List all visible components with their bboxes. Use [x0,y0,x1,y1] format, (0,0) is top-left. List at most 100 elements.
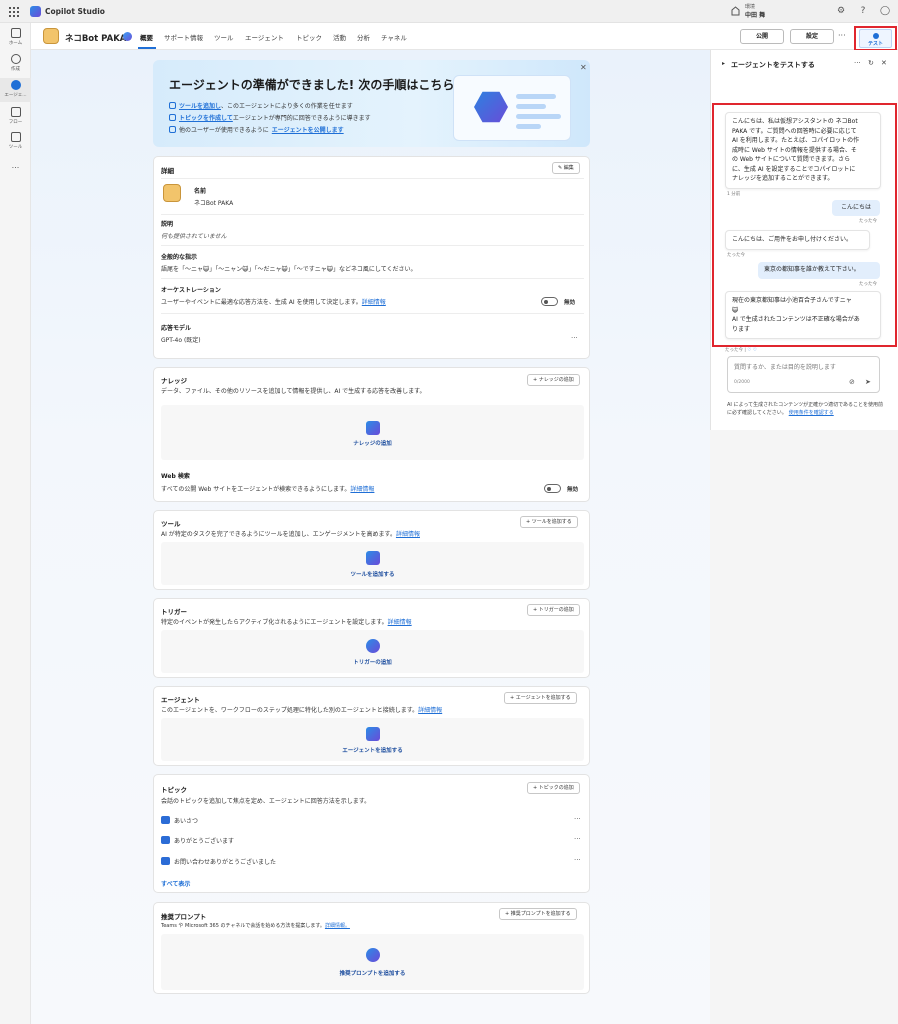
agents-text: このエージェントを、ワークフローのステップ処理に特化した別のエージェントと接続し… [161,707,419,714]
agent-header: ネコBot PAKA 概要 サポート情報 ツール エージェント トピック 活動 … [31,23,898,51]
orchestration-learn-more-link[interactable]: 詳細情報 [362,299,386,306]
triggers-learn-more-link[interactable]: 詳細情報 [388,619,412,626]
web-search-learn-more-link[interactable]: 詳細情報 [350,486,374,493]
flow-icon [10,107,21,117]
chat-input-placeholder: 質問するか、または目的を説明します [734,364,836,371]
add-tools-link[interactable]: ツールを追加し [179,103,221,110]
home-icon [10,28,21,38]
topic-more-button[interactable]: ··· [574,815,581,823]
rail-item-agents[interactable]: エージェ... [0,78,31,102]
app-title[interactable]: Copilot Studio [45,7,105,16]
topic-item[interactable]: あいさつ [174,816,198,825]
model-more-button[interactable]: ··· [571,334,578,342]
settings-gear-icon[interactable]: ⚙ [835,5,847,17]
add-agent-button[interactable]: + エージェントを追加する [504,692,577,704]
knowledge-description: データ、ファイル、その他のリソースを追加して情報を提供し、AI で生成する応答を… [161,388,426,395]
message-timestamp: たった今 [859,282,877,287]
orchestration-state: 無効 [564,300,576,306]
test-button[interactable]: テスト [859,29,892,48]
app-launcher-icon[interactable] [9,7,19,17]
tab-channels[interactable]: チャネル [381,32,407,42]
character-count: 0/2000 [734,380,750,385]
test-button-highlight: テスト [854,26,897,51]
add-prompt-dropzone[interactable]: 推奨プロンプトを追加する [161,934,584,990]
add-agent-dropzone[interactable]: エージェントを追加する [161,718,584,761]
create-topic-link[interactable]: トピックを作成して [179,115,233,122]
tab-knowledge[interactable]: サポート情報 [164,32,203,42]
show-all-topics-link[interactable]: すべて表示 [161,879,190,888]
add-tool-dropzone[interactable]: ツールを追加する [161,542,584,585]
rail-item-flows[interactable]: フロー [0,107,31,125]
topic-more-button[interactable]: ··· [574,856,581,864]
tab-overview[interactable]: 概要 [140,32,153,42]
add-prompt-button[interactable]: + 推奨プロンプトを追加する [499,908,577,920]
environment-label: 環境 [745,4,756,10]
environment-icon[interactable] [731,6,740,16]
test-agent-panel: ▸ エージェントをテストする ··· ↻ ✕ こんにちは、私は仮想アシスタントの… [710,50,898,430]
rail-item-home[interactable]: ホーム [0,28,31,46]
attach-icon[interactable]: ⊘ [849,378,855,386]
account-icon[interactable]: ◯ [879,5,891,17]
thumbs-down-icon[interactable]: ♡ [753,348,757,353]
environment-name[interactable]: 中田 舞 [745,10,765,19]
edit-button[interactable]: ✎ 編集 [552,162,580,174]
prompts-learn-more-link[interactable]: 詳細情報。 [325,923,350,929]
instructions-label: 全般的な指示 [161,254,198,261]
terms-link[interactable]: 使用条件を確認する [789,410,834,416]
plus-icon [10,54,21,64]
illustration-bar [516,114,561,119]
agents-card: エージェント + エージェントを追加する このエージェントを、ワークフローのステ… [153,686,590,766]
message-line: ります [732,325,751,333]
banner-step-publish: 他のユーザーが使用できるように エージェントを公開します [169,125,344,134]
overview-main[interactable]: エージェントの準備ができました! 次の手順はこちら: ツールを追加し、このエージ… [31,50,710,1024]
banner-step-tools: ツールを追加し、このエージェントにより多くの作業を任せます [169,101,353,110]
banner-text: 、このエージェントにより多くの作業を任せます [221,103,353,110]
add-topic-button[interactable]: + トピックの追加 [527,782,580,794]
chat-input[interactable]: 質問するか、または目的を説明します 0/2000 ⊘ ➤ [727,356,880,393]
chat-bubble-icon [161,857,170,865]
details-card: 詳細 ✎ 編集 名前 ネコBot PAKA 説明 何も提供されていません 全般的… [153,156,590,359]
rail-item-tools[interactable]: ツール [0,132,31,150]
add-tool-button[interactable]: + ツールを追加する [520,516,578,528]
tab-tools[interactable]: ツール [214,32,234,42]
add-trigger-dropzone[interactable]: トリガーの追加 [161,630,584,673]
send-icon[interactable]: ➤ [865,378,871,386]
thumbs-up-icon[interactable]: ♡ [747,348,751,353]
close-icon[interactable]: ✕ [580,63,587,72]
tools-learn-more-link[interactable]: 詳細情報 [396,531,420,538]
active-tab-indicator [138,47,156,49]
more-options-button[interactable]: ··· [838,31,846,40]
add-agent-label: エージェントを追加する [515,695,571,701]
settings-button[interactable]: 設定 [790,29,834,44]
agent-icon [365,727,380,741]
tab-agents[interactable]: エージェント [245,32,284,42]
name-label: 名前 [194,188,207,195]
close-icon[interactable]: ✕ [881,59,887,67]
tab-topics[interactable]: トピック [296,32,322,42]
more-options-icon[interactable]: ··· [854,59,861,67]
add-trigger-button[interactable]: + トリガーの追加 [527,604,580,616]
rail-more-icon[interactable]: ... [0,161,31,170]
collapse-caret-icon[interactable]: ▸ [722,60,725,67]
topic-item[interactable]: お問い合わせありがとうございました [174,857,276,866]
agents-learn-more-link[interactable]: 詳細情報 [418,707,442,714]
tab-activity[interactable]: 活動 [333,32,346,42]
tab-analytics[interactable]: 分析 [357,32,370,42]
topic-item[interactable]: ありがとうございます [174,836,234,845]
add-topic-label: トピックの追加 [538,785,574,791]
refresh-icon[interactable]: ↻ [868,59,874,67]
help-icon[interactable]: ? [857,5,869,17]
message-line: 成時に Web サイトの情報を提供する場合、そ [732,146,857,154]
orchestration-toggle[interactable] [541,297,558,306]
add-knowledge-dropzone[interactable]: ナレッジの追加 [161,405,584,460]
add-trigger-label: トリガーの追加 [538,607,574,613]
rail-item-create[interactable]: 作成 [0,54,31,72]
publish-agent-link[interactable]: エージェントを公開します [272,127,344,134]
add-knowledge-button[interactable]: + ナレッジの追加 [527,374,580,386]
publish-icon [169,126,176,133]
orchestration-description: ユーザーやイベントに最適な応答方法を、生成 AI を使用して決定します。詳細情報 [161,297,386,306]
publish-button[interactable]: 公開 [740,29,784,44]
add-trigger-dropzone-label: トリガーの追加 [353,660,392,666]
web-search-toggle[interactable] [544,484,561,493]
topic-more-button[interactable]: ··· [574,835,581,843]
